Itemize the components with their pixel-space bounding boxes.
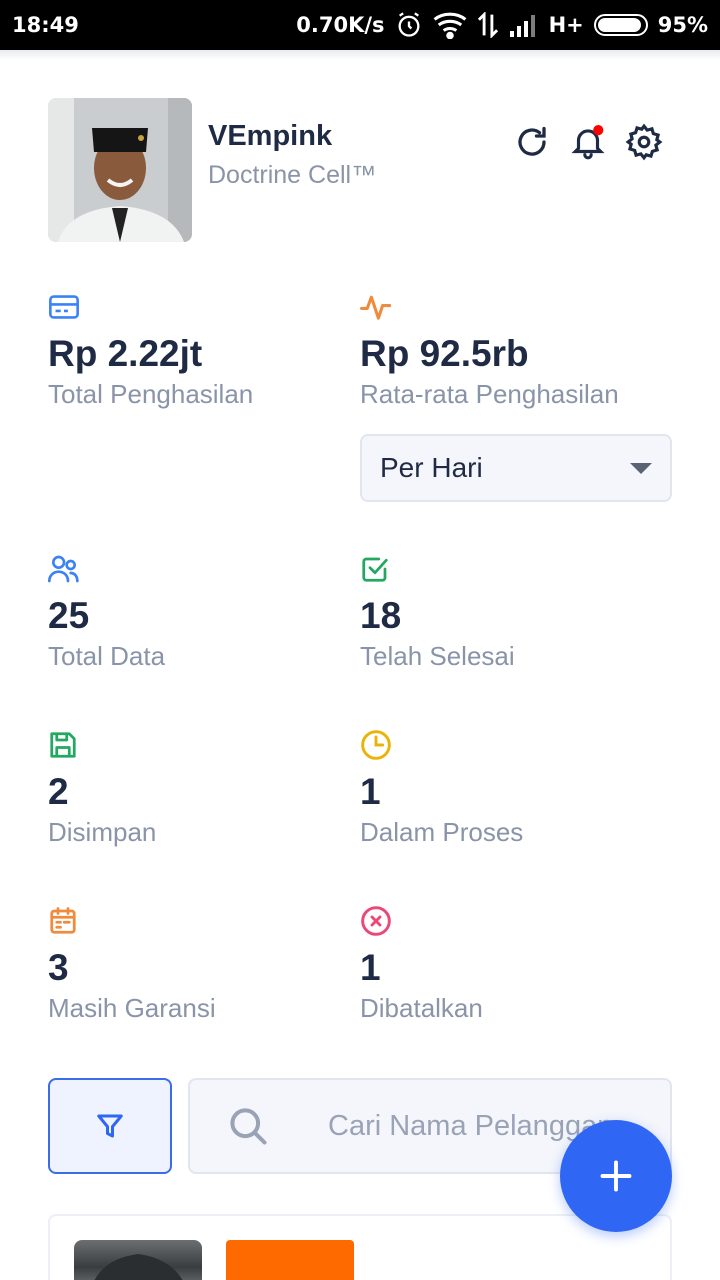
status-bar: 18:49 0.70K/s H+ 95% [0, 0, 720, 50]
search-icon [230, 1108, 267, 1145]
wifi-icon [433, 11, 467, 39]
network-type: H+ [548, 13, 584, 37]
completed-value: 18 [360, 595, 402, 636]
completed-label: Telah Selesai [360, 640, 515, 671]
period-select[interactable]: Per Hari [360, 434, 672, 502]
alarm-icon [395, 11, 423, 39]
filter-button[interactable] [48, 1078, 172, 1174]
total-data-value: 25 [48, 595, 90, 636]
stat-in-process[interactable]: 1 Dalam Proses [360, 728, 660, 848]
stat-completed[interactable]: 18 Telah Selesai [360, 552, 660, 672]
activity-icon [360, 290, 394, 324]
period-select-value: Per Hari [380, 452, 483, 483]
header-shadow [0, 50, 720, 60]
saved-value: 2 [48, 771, 69, 812]
item-thumbnail [226, 1240, 354, 1280]
settings-button[interactable] [624, 122, 664, 162]
avatar-photo [48, 98, 192, 242]
bell-icon [571, 125, 605, 160]
add-button[interactable] [560, 1120, 672, 1232]
cancelled-label: Dibatalkan [360, 992, 483, 1023]
profile-company: Doctrine Cell™ [208, 161, 377, 189]
stat-total-income: Rp 2.22jt Total Penghasilan [48, 290, 348, 410]
save-icon [48, 728, 82, 762]
status-time: 18:49 [12, 13, 79, 37]
in-process-label: Dalam Proses [360, 816, 524, 847]
users-icon [48, 552, 82, 586]
notification-dot [593, 125, 604, 136]
network-speed: 0.70K/s [296, 13, 385, 37]
total-income-value: Rp 2.22jt [48, 333, 203, 374]
stat-warranty[interactable]: 3 Masih Garansi [48, 904, 348, 1024]
stat-saved[interactable]: 2 Disimpan [48, 728, 348, 848]
credit-card-icon [48, 290, 82, 324]
data-transfer-icon [477, 12, 499, 38]
clock-icon [360, 728, 394, 762]
gear-icon [625, 123, 663, 161]
stat-total-data[interactable]: 25 Total Data [48, 552, 348, 672]
saved-label: Disimpan [48, 816, 157, 847]
stat-average-income: Rp 92.5rb Rata-rata Penghasilan [360, 290, 660, 410]
refresh-icon [518, 126, 546, 156]
battery-icon [593, 14, 648, 36]
stat-cancelled[interactable]: 1 Dibatalkan [360, 904, 660, 1024]
total-income-label: Total Penghasilan [48, 378, 254, 409]
x-circle-icon [360, 904, 394, 938]
caret-down-icon [630, 462, 652, 474]
signal-icon [509, 13, 539, 37]
check-square-icon [360, 552, 394, 586]
plus-icon [600, 1160, 632, 1192]
average-income-value: Rp 92.5rb [360, 333, 529, 374]
filter-icon [97, 1114, 123, 1138]
cancelled-value: 1 [360, 947, 381, 988]
total-data-label: Total Data [48, 640, 166, 671]
warranty-label: Masih Garansi [48, 992, 216, 1023]
refresh-button[interactable] [512, 122, 552, 162]
item-thumbnail [74, 1240, 202, 1280]
avatar[interactable] [48, 98, 192, 242]
in-process-value: 1 [360, 771, 381, 812]
warranty-value: 3 [48, 947, 69, 988]
profile-name: VEmpink [208, 120, 333, 152]
average-income-label: Rata-rata Penghasilan [360, 378, 619, 409]
calendar-icon [48, 904, 82, 938]
notification-button[interactable] [568, 122, 608, 162]
battery-percent: 95% [657, 13, 708, 37]
